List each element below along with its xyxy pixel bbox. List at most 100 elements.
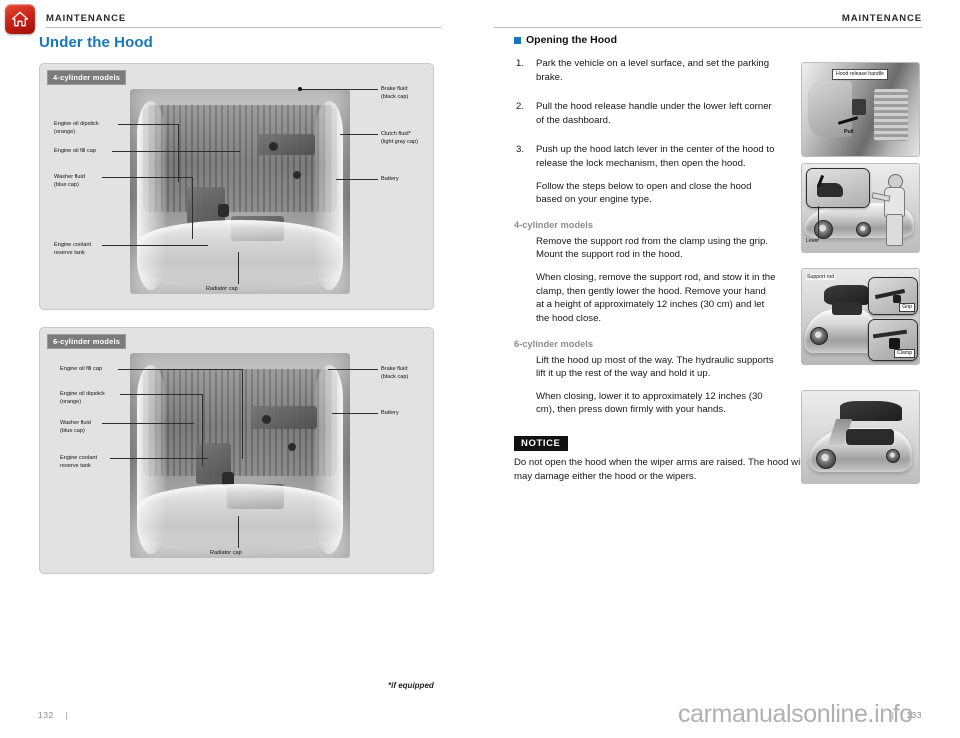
running-head-right: MAINTENANCE (841, 13, 922, 24)
leader-line (110, 458, 208, 459)
step-number: 2. (516, 101, 525, 113)
page-title: Under the Hood (39, 34, 153, 51)
notice-badge: NOTICE (514, 435, 568, 451)
figure-stage-4cyl: Engine oil dipstick (orange) Engine oil … (40, 64, 433, 309)
instruction-body: 1. Park the vehicle on a level surface, … (514, 57, 776, 417)
bay-reservoir (218, 203, 229, 217)
callout-washer-fluid: Washer fluid (blue cap) (54, 174, 85, 188)
fender-right (314, 365, 344, 554)
leader-line (340, 134, 378, 135)
figure-tag-4cyl: 4-cylinder models (47, 70, 127, 85)
callout-battery: Battery (381, 176, 399, 182)
leader-line (118, 124, 178, 125)
photo-label-support-rod: Support rod (806, 274, 836, 280)
figure-6-cylinder: 6-cylinder models Engine oil fill cap En… (39, 327, 434, 574)
bay-cap (262, 414, 271, 424)
figure-4-cylinder: 4-cylinder models Engine oil dipstick (o… (39, 63, 434, 310)
bay-reservoir (222, 471, 235, 486)
bay-component (251, 406, 317, 429)
wheel-icon (814, 220, 833, 239)
wheel-icon (886, 449, 900, 463)
bay-cap (288, 443, 297, 452)
engine-6cyl-paragraph: Lift the hood up most of the way. The hy… (536, 354, 774, 380)
callout-engine-oil-dipstick: Engine oil dipstick (orange) (60, 391, 105, 405)
engine-shadow (832, 302, 862, 315)
header-rule-right (494, 27, 922, 28)
bay-component (231, 216, 284, 241)
steps-list: 1. Park the vehicle on a level surface, … (514, 57, 776, 171)
callout-engine-oil-fill-cap: Engine oil fill cap (60, 366, 102, 372)
figure-tag-6cyl: 6-cylinder models (47, 334, 127, 349)
lever-inset-photo (806, 168, 870, 208)
photo-hood-open-hydraulic (801, 390, 920, 484)
running-head-left: MAINTENANCE (46, 13, 127, 24)
engine-bay-photo-6cyl (130, 353, 350, 558)
callout-washer-fluid: Washer fluid (blue cap) (60, 420, 91, 434)
engine-bay-photo-4cyl (130, 89, 350, 294)
wheel-icon (816, 449, 836, 469)
callout-brake-fluid: Brake fluid (black cap) (381, 86, 409, 100)
leader-line (238, 252, 239, 284)
figure-stage-6cyl: Engine oil fill cap Engine oil dipstick … (40, 328, 433, 573)
header-rule-left (46, 27, 441, 28)
photo-label-hood-release-handle: Hood release handle (832, 69, 888, 81)
page-number-left-value: 132 (38, 710, 54, 720)
leader-line (120, 394, 202, 395)
engine-6cyl-paragraph: When closing, lower it to approximately … (536, 390, 763, 416)
leader-line (118, 369, 242, 370)
square-bullet-icon (514, 36, 521, 44)
callout-radiator-cap: Radiator cap (210, 550, 242, 556)
leader-line (242, 369, 243, 459)
bay-cap (292, 171, 301, 179)
step-text: Park the vehicle on a level surface, and… (536, 58, 770, 83)
callout-engine-coolant-reserve-tank: Engine coolant reserve tank (54, 242, 92, 256)
engine-heading-4cyl: 4-cylinder models (514, 219, 594, 230)
section-heading-label: Opening the Hood (526, 34, 617, 46)
leader-line (192, 177, 193, 239)
step-item: 1. Park the vehicle on a level surface, … (514, 57, 776, 84)
left-column: Under the Hood 4-cylinder models Engine … (39, 34, 434, 574)
callout-engine-coolant-reserve-tank: Engine coolant reserve tank (60, 455, 98, 469)
leader-line (818, 206, 819, 238)
step-number: 3. (516, 144, 525, 156)
door-panel-shape (874, 89, 908, 141)
photo-label-clamp: Clamp (894, 348, 915, 358)
step-text: Push up the hood latch lever in the cent… (536, 144, 775, 170)
step-item: 3. Push up the hood latch lever in the c… (514, 143, 776, 170)
manual-page: MAINTENANCE MAINTENANCE Under the Hood 4… (0, 0, 960, 738)
callout-brake-fluid: Brake fluid (black cap) (381, 366, 409, 380)
leader-line (300, 89, 378, 90)
callout-radiator-cap: Radiator cap (206, 286, 238, 292)
open-hood-shape (840, 401, 902, 421)
step-text: Pull the hood release handle under the l… (536, 101, 772, 126)
fender-left (136, 101, 166, 290)
footnote-if-equipped: *if equipped (388, 681, 434, 690)
photo-hood-latch-lever: Lever (801, 163, 920, 253)
callout-dot (298, 87, 302, 91)
leader-line (238, 516, 239, 548)
photo-support-rod: Support rod Grip Clamp (801, 268, 920, 365)
clamp-inset-photo: Clamp (868, 319, 918, 361)
callout-engine-oil-fill-cap: Engine oil fill cap (54, 148, 96, 154)
wheel-icon (810, 327, 828, 345)
bay-cap (268, 142, 278, 152)
photo-text-pull: Pull (844, 129, 854, 135)
grip-inset-photo: Grip (868, 277, 918, 315)
wheel-icon (856, 222, 871, 237)
page-divider-left: | (65, 710, 69, 720)
photo-hood-release-handle: Hood release handle Pull (801, 62, 920, 157)
callout-engine-oil-dipstick: Engine oil dipstick (orange) (54, 121, 99, 135)
engine-heading-6cyl: 6-cylinder models (514, 338, 594, 349)
callout-battery: Battery (381, 410, 399, 416)
step-item: 2. Pull the hood release handle under th… (514, 100, 776, 127)
leader-line (178, 124, 179, 182)
leader-line (112, 151, 240, 152)
leader-line (102, 245, 208, 246)
leader-line (328, 369, 378, 370)
photo-label-lever: Lever (806, 238, 819, 244)
bay-component (257, 134, 315, 155)
engine-shadow (846, 429, 894, 445)
home-icon[interactable] (5, 4, 35, 34)
step-number: 1. (516, 58, 525, 69)
fender-right (314, 101, 344, 290)
